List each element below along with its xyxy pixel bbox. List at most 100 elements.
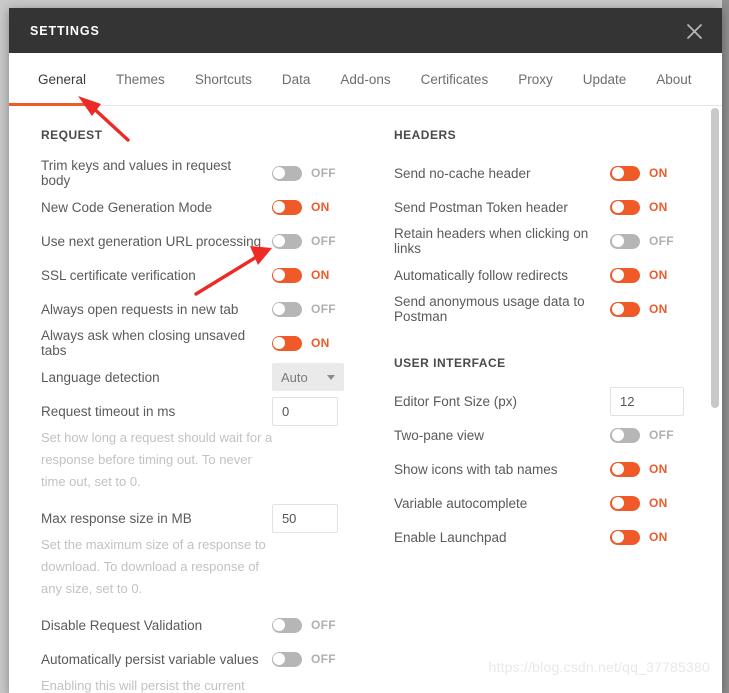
section-title-request: REQUEST (41, 128, 103, 142)
tab-proxy[interactable]: Proxy (503, 53, 568, 106)
setting-row-retain-headers: Retain headers when clicking on links OF… (394, 224, 722, 258)
toggle-ssl-verification[interactable]: ON (271, 267, 330, 283)
toggle-enable-launchpad[interactable]: ON (610, 529, 668, 545)
setting-row-postman-token-header: Send Postman Token header ON (394, 190, 722, 224)
input-editor-font-size[interactable] (610, 386, 684, 416)
modal-titlebar: SETTINGS (9, 8, 722, 53)
tab-about[interactable]: About (641, 53, 706, 106)
setting-label: Language detection (41, 369, 160, 385)
setting-label: Editor Font Size (px) (393, 393, 517, 409)
setting-label: SSL certificate verification (41, 267, 196, 283)
setting-label: New Code Generation Mode (41, 199, 213, 215)
tab-certificates[interactable]: Certificates (406, 53, 504, 106)
section-title-user-interface: USER INTERFACE (393, 356, 506, 370)
switch-track (271, 301, 302, 317)
toggle-anonymous-usage-data[interactable]: ON (610, 301, 668, 317)
watermark-text: https://blog.csdn.net/qq_37785380 (488, 659, 710, 675)
setting-row-next-gen-url: Use next generation URL processing OFF (41, 224, 384, 258)
switch-track (610, 199, 640, 215)
content-scrollbar-track[interactable] (708, 106, 722, 693)
switch-state-label: ON (649, 166, 668, 180)
help-text-request-timeout: Set how long a request should wait for a… (41, 430, 273, 489)
switch-track (610, 461, 640, 477)
toggle-disable-request-validation[interactable]: OFF (271, 617, 336, 633)
tab-general[interactable]: General (23, 53, 101, 106)
close-icon[interactable] (680, 17, 708, 45)
setting-label: Trim keys and values in request body (41, 158, 232, 188)
switch-state-label: OFF (310, 618, 336, 632)
switch-state-label: OFF (649, 428, 674, 442)
select-language-detection[interactable]: Auto (271, 363, 344, 391)
setting-row-editor-font-size: Editor Font Size (px) (394, 384, 722, 418)
switch-state-label: ON (310, 200, 330, 214)
switch-knob (273, 201, 286, 213)
setting-label: Send anonymous usage data to Postman (393, 294, 585, 324)
setting-row-no-cache-header: Send no-cache header ON (394, 156, 722, 190)
setting-label: Send Postman Token header (393, 199, 568, 215)
switch-state-label: ON (310, 336, 330, 350)
toggle-no-cache-header[interactable]: ON (610, 165, 668, 181)
tab-data[interactable]: Data (267, 53, 326, 106)
switch-track (271, 267, 302, 283)
section-title-headers: HEADERS (393, 128, 457, 142)
toggle-show-icons-tab-names[interactable]: ON (610, 461, 668, 477)
switch-knob (611, 235, 624, 247)
content-scrollbar-thumb[interactable] (711, 108, 719, 408)
switch-track (271, 335, 302, 351)
settings-content: REQUEST Trim keys and values in request … (9, 106, 722, 693)
setting-label: Always ask when closing unsaved tabs (41, 328, 246, 358)
switch-state-label: ON (649, 462, 668, 476)
toggle-follow-redirects[interactable]: ON (610, 267, 668, 283)
toggle-ask-closing-unsaved[interactable]: ON (271, 335, 330, 351)
switch-track (610, 529, 640, 545)
switch-track (271, 233, 302, 249)
toggle-trim-keys[interactable]: OFF (271, 165, 336, 181)
tab-themes[interactable]: Themes (101, 53, 180, 106)
setting-row-ask-closing-unsaved: Always ask when closing unsaved tabs ON (41, 326, 384, 360)
toggle-open-new-tab[interactable]: OFF (271, 301, 336, 317)
help-text-persist-variables: Enabling this will persist the current v… (41, 678, 245, 693)
tab-add-ons[interactable]: Add-ons (325, 53, 405, 106)
switch-state-label: OFF (310, 302, 336, 316)
switch-knob (611, 167, 624, 179)
page-backdrop-left (0, 0, 9, 693)
setting-row-max-response-size: Max response size in MB (41, 501, 384, 535)
switch-knob (611, 531, 624, 543)
setting-row-show-icons-tab-names: Show icons with tab names ON (394, 452, 722, 486)
headers-and-ui-column: HEADERS Send no-cache header ON Send Pos… (384, 128, 722, 693)
toggle-variable-autocomplete[interactable]: ON (610, 495, 668, 511)
setting-label: Two-pane view (393, 427, 484, 443)
toggle-new-code-generation[interactable]: ON (271, 199, 330, 215)
switch-state-label: ON (649, 530, 668, 544)
tab-shortcuts[interactable]: Shortcuts (180, 53, 267, 106)
setting-row-persist-variables: Automatically persist variable values OF… (41, 642, 384, 676)
input-max-response-size[interactable] (271, 503, 338, 533)
toggle-two-pane-view[interactable]: OFF (610, 427, 674, 443)
request-settings-column: REQUEST Trim keys and values in request … (9, 128, 384, 693)
switch-track (610, 165, 640, 181)
switch-state-label: OFF (310, 166, 336, 180)
switch-track (610, 301, 640, 317)
switch-knob (273, 303, 286, 315)
select-value: Auto (280, 369, 308, 385)
chevron-down-icon (326, 374, 335, 380)
setting-row-two-pane-view: Two-pane view OFF (394, 418, 722, 452)
switch-state-label: ON (649, 268, 668, 282)
switch-state-label: OFF (649, 234, 674, 248)
input-request-timeout[interactable] (271, 396, 338, 426)
toggle-postman-token-header[interactable]: ON (610, 199, 668, 215)
switch-state-label: ON (310, 268, 330, 282)
setting-row-request-timeout: Request timeout in ms (41, 394, 384, 428)
switch-knob (611, 463, 624, 475)
toggle-next-gen-url[interactable]: OFF (271, 233, 336, 249)
toggle-persist-variables[interactable]: OFF (271, 651, 336, 667)
toggle-retain-headers[interactable]: OFF (610, 233, 674, 249)
setting-row-trim-keys: Trim keys and values in request body OFF (41, 156, 384, 190)
setting-row-enable-launchpad: Enable Launchpad ON (394, 520, 722, 554)
help-text-max-response-size: Set the maximum size of a response to do… (41, 537, 266, 596)
tab-update[interactable]: Update (568, 53, 642, 106)
switch-knob (611, 303, 624, 315)
setting-label: Max response size in MB (41, 510, 192, 526)
setting-label: Show icons with tab names (393, 461, 558, 477)
switch-track (271, 617, 302, 633)
